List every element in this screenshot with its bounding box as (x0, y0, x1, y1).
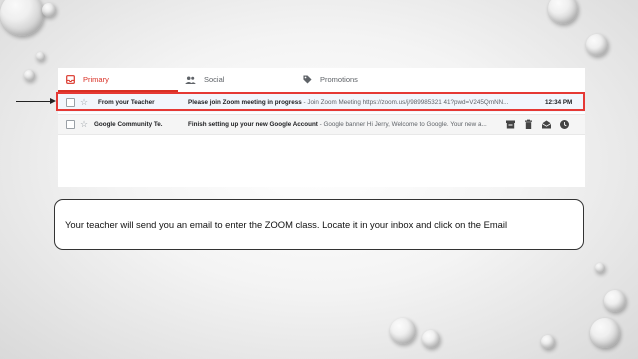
inbox-icon (66, 75, 75, 84)
water-drop (24, 70, 35, 81)
tab-primary-label: Primary (83, 75, 109, 84)
tag-icon (303, 75, 312, 84)
email-row[interactable]: ☆ Google Community Te. Finish setting up… (58, 114, 585, 135)
instruction-text: Your teacher will send you an email to e… (65, 219, 508, 230)
archive-icon[interactable] (505, 119, 516, 130)
hover-actions (505, 119, 570, 130)
instruction-box: Your teacher will send you an email to e… (54, 199, 584, 250)
water-drop (604, 290, 626, 312)
highlight-box (56, 92, 585, 111)
water-drop (548, 0, 578, 24)
water-drop (0, 0, 44, 36)
email-content: Finish setting up your new Google Accoun… (188, 121, 494, 128)
water-drop (390, 318, 416, 344)
mark-read-icon[interactable] (541, 119, 552, 130)
water-drop (541, 335, 555, 349)
tab-primary[interactable]: Primary (66, 75, 109, 84)
water-drop (595, 263, 605, 273)
people-icon (185, 75, 196, 84)
arrow-head-icon (50, 98, 56, 104)
water-drop (586, 34, 608, 56)
star-icon[interactable]: ☆ (80, 120, 88, 129)
delete-icon[interactable] (523, 119, 534, 130)
select-checkbox[interactable] (66, 120, 75, 129)
tab-promotions-label: Promotions (320, 75, 358, 84)
pointer-arrow (16, 101, 52, 102)
water-drop (42, 3, 56, 17)
email-snippet: - Google banner Hi Jerry, Welcome to Goo… (317, 121, 487, 128)
tab-social[interactable]: Social (185, 75, 224, 84)
tab-promotions[interactable]: Promotions (303, 75, 358, 84)
gmail-inbox-screenshot: Primary Social Promotions ☆ From your Te… (58, 68, 585, 187)
water-drop (590, 318, 620, 348)
snooze-icon[interactable] (559, 119, 570, 130)
tab-social-label: Social (204, 75, 225, 84)
water-drop (36, 52, 45, 61)
inbox-tabs: Primary Social Promotions (58, 68, 585, 92)
email-subject: Finish setting up your new Google Accoun… (188, 121, 318, 128)
email-sender: Google Community Te. (94, 121, 163, 128)
water-drop (422, 330, 440, 348)
